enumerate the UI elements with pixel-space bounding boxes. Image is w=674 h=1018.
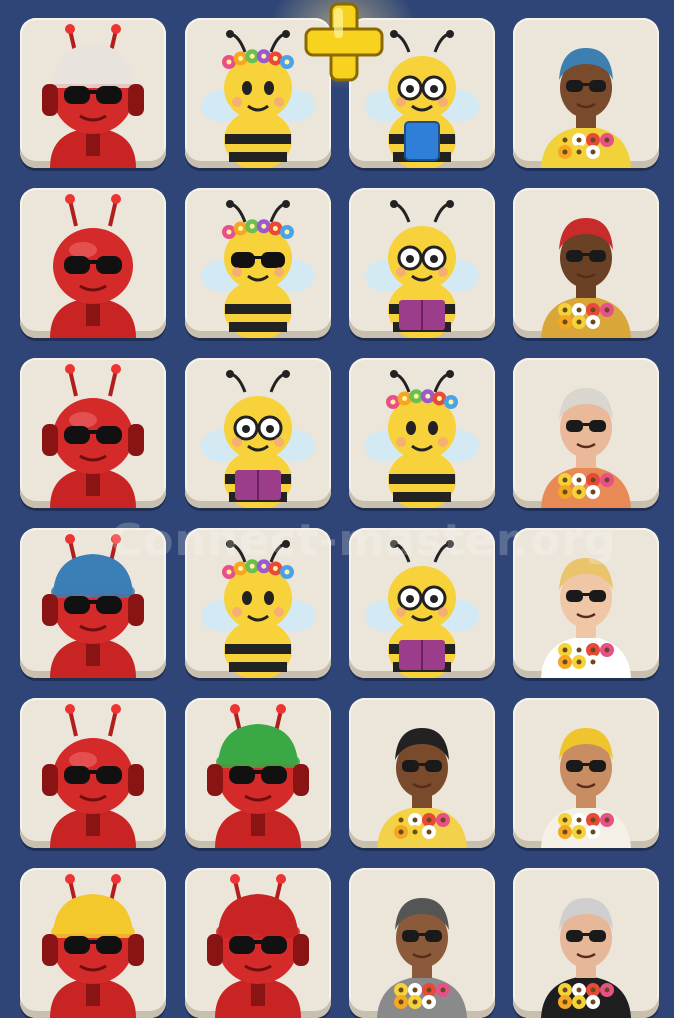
person-grey-beanie-roses-icon xyxy=(377,898,467,1018)
red-robot-helmet-visor-icon xyxy=(207,874,309,1018)
man-tuxedo-sunflowers-icon xyxy=(541,898,631,1018)
red-robot-blue-beanie-icon xyxy=(42,534,144,678)
bee-glasses-book-icon xyxy=(365,540,479,678)
bee-flower-crown-icon xyxy=(365,370,479,508)
tile-person-r1c4[interactable] xyxy=(513,18,659,168)
tile-person-r5c3[interactable] xyxy=(349,698,495,848)
bee-glasses-book-icon xyxy=(365,200,479,338)
red-robot-green-beanie-waving-icon xyxy=(207,704,309,848)
person-yellow-hat-flower-basket-icon xyxy=(541,728,631,848)
tile-person-r5c4[interactable] xyxy=(513,698,659,848)
red-robot-headphones-tie-icon xyxy=(42,704,144,848)
tile-bee-r3c3[interactable] xyxy=(349,358,495,508)
tile-person-r2c4[interactable] xyxy=(513,188,659,338)
grandma-glasses-flowers-icon xyxy=(541,388,631,508)
person-blue-beanie-flowers-icon xyxy=(541,48,631,168)
tile-robot-r5c2[interactable] xyxy=(185,698,331,848)
tile-robot-r4c1[interactable] xyxy=(20,528,166,678)
bee-flower-crown-icon xyxy=(201,540,315,678)
red-robot-headphones-icon xyxy=(42,364,144,508)
person-blonde-glasses-flowers-icon xyxy=(541,558,631,678)
tile-person-r3c4[interactable] xyxy=(513,358,659,508)
tile-person-r6c3[interactable] xyxy=(349,868,495,1018)
tile-robot-r5c1[interactable] xyxy=(20,698,166,848)
game-board xyxy=(0,0,674,1018)
tile-bee-r4c2[interactable] xyxy=(185,528,331,678)
bee-flower-crown-sunglasses-icon xyxy=(201,200,315,338)
tile-robot-r1c1[interactable] xyxy=(20,18,166,168)
red-robot-beanie-icon xyxy=(42,24,144,168)
bee-glasses-book-icon xyxy=(201,370,315,508)
tile-bee-r3c2[interactable] xyxy=(185,358,331,508)
tile-person-r6c4[interactable] xyxy=(513,868,659,1018)
add-plus-icon[interactable] xyxy=(300,0,388,84)
tile-robot-r6c1[interactable] xyxy=(20,868,166,1018)
red-robot-yellow-beanie-icon xyxy=(42,874,144,1018)
tile-robot-r6c2[interactable] xyxy=(185,868,331,1018)
red-robot-antenna-icon xyxy=(50,194,136,338)
tile-bee-r4c3[interactable] xyxy=(349,528,495,678)
tile-robot-r2c1[interactable] xyxy=(20,188,166,338)
tile-bee-r2c3[interactable] xyxy=(349,188,495,338)
person-red-beanie-sunflowers-icon xyxy=(541,218,631,338)
tile-bee-r2c2[interactable] xyxy=(185,188,331,338)
person-curly-hair-flowers-icon xyxy=(377,728,467,848)
tile-person-r4c4[interactable] xyxy=(513,528,659,678)
tile-robot-r3c1[interactable] xyxy=(20,358,166,508)
